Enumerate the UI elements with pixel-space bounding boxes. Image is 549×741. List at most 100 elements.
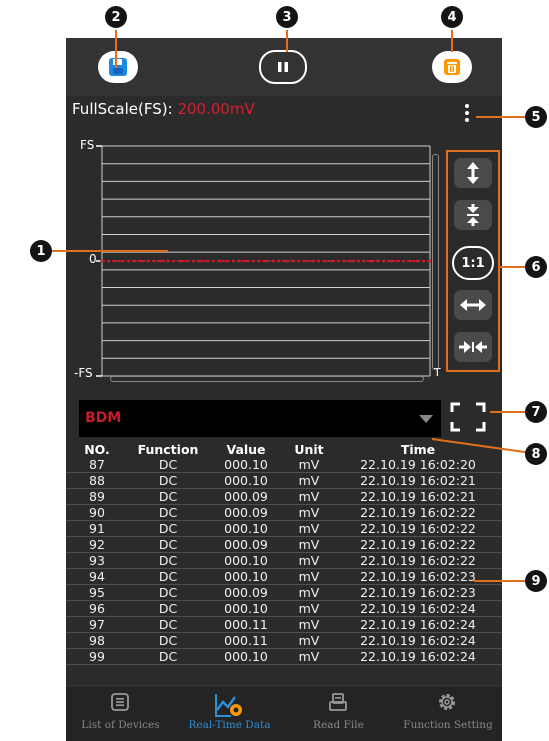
table-cell: mV	[284, 504, 334, 521]
nav-label: List of Devices	[81, 719, 160, 731]
table-cell: mV	[284, 536, 334, 553]
list-icon	[111, 693, 129, 711]
chart-point	[336, 259, 340, 263]
table-cell: 000.10	[208, 600, 284, 617]
chart-points	[100, 259, 432, 263]
chart-point	[408, 259, 412, 263]
table-header-row: NO. Function Value Unit Time	[66, 442, 502, 457]
table-cell: DC	[128, 552, 208, 569]
save-button[interactable]	[98, 51, 138, 83]
table-row[interactable]: 88 DC 000.10 mV 22.10.19 16:02:21	[66, 472, 502, 489]
chart-point	[153, 259, 156, 263]
table-row[interactable]: 89 DC 000.09 mV 22.10.19 16:02:21	[66, 488, 502, 505]
expand-horizontal-button[interactable]	[454, 290, 492, 320]
table-cell: 22.10.19 16:02:24	[334, 616, 502, 633]
chart-point	[271, 259, 274, 263]
table-row[interactable]: 95 DC 000.09 mV 22.10.19 16:02:23	[66, 584, 502, 601]
more-menu-icon[interactable]	[461, 104, 473, 126]
table-row[interactable]: 99 DC 000.10 mV 22.10.19 16:02:24	[66, 648, 502, 665]
table-cell: 000.10	[208, 648, 284, 665]
delete-button[interactable]	[432, 51, 472, 83]
chart-point	[382, 259, 386, 263]
table-cell: 22.10.19 16:02:24	[334, 632, 502, 649]
chart-point	[284, 259, 288, 263]
callout-badge: 3	[276, 6, 298, 28]
compress-vertical-icon	[467, 204, 479, 226]
ratio-1-1-button[interactable]: 1:1	[452, 246, 494, 280]
data-table: NO. Function Value Unit Time 87 DC 000.10 m…	[66, 442, 502, 665]
chart-point	[422, 259, 425, 263]
table-cell: mV	[284, 600, 334, 617]
nav-item-list-of-devices[interactable]: List of Devices	[66, 686, 175, 741]
chart-point	[264, 259, 268, 263]
nav-item-function-setting[interactable]: Function Setting	[393, 686, 502, 741]
horizontal-scrollbar[interactable]	[110, 376, 424, 382]
table-row[interactable]: 92 DC 000.09 mV 22.10.19 16:02:22	[66, 536, 502, 553]
callout-line	[476, 116, 526, 118]
table-cell: 95	[66, 584, 128, 601]
vertical-scrollbar[interactable]	[432, 154, 439, 370]
chart-point	[100, 259, 104, 263]
table-cell: mV	[284, 472, 334, 489]
fullscreen-icon[interactable]	[450, 402, 486, 432]
callout-badge: 9	[525, 570, 547, 592]
settings-gear-icon	[439, 694, 455, 710]
table-cell: 000.09	[208, 488, 284, 505]
table-cell: 000.09	[208, 504, 284, 521]
chart-point	[205, 259, 209, 263]
compress-vertical-button[interactable]	[454, 200, 492, 230]
chart-point	[159, 259, 163, 263]
nav-item-read-file[interactable]: Read File	[284, 686, 393, 741]
table-cell: DC	[128, 536, 208, 553]
chart-point	[369, 259, 373, 263]
table-cell: 000.09	[208, 584, 284, 601]
table-row[interactable]: 90 DC 000.09 mV 22.10.19 16:02:22	[66, 504, 502, 521]
chart-point	[113, 259, 117, 263]
table-cell: DC	[128, 504, 208, 521]
table-row[interactable]: 91 DC 000.10 mV 22.10.19 16:02:22	[66, 520, 502, 537]
chart-point	[343, 259, 347, 263]
table-cell: mV	[284, 648, 334, 665]
nav-label: Read File	[313, 719, 364, 731]
table-row[interactable]: 87 DC 000.10 mV 22.10.19 16:02:20	[66, 457, 502, 473]
chart-point	[199, 259, 202, 263]
table-cell: DC	[128, 600, 208, 617]
callout-badge: 7	[525, 401, 547, 423]
table-cell: 97	[66, 616, 128, 633]
chart-point	[303, 259, 307, 263]
chart-point	[107, 259, 110, 263]
fullscale-readout: FullScale(FS): 200.00mV	[72, 100, 255, 118]
chart-point	[251, 259, 255, 263]
table-cell: 22.10.19 16:02:23	[334, 568, 502, 585]
table-row[interactable]: 94 DC 000.10 mV 22.10.19 16:02:23	[66, 568, 502, 585]
table-header: NO.	[84, 442, 110, 457]
table-cell: 99	[66, 648, 128, 665]
nav-item-real-time-data[interactable]: Real-Time Data	[175, 686, 284, 741]
expand-vertical-button[interactable]	[454, 158, 492, 188]
table-header: Function	[137, 442, 199, 457]
table-cell: 000.09	[208, 536, 284, 553]
table-row[interactable]: 97 DC 000.11 mV 22.10.19 16:02:24	[66, 616, 502, 633]
table-header: Value	[226, 442, 266, 457]
pause-button[interactable]	[259, 50, 307, 84]
compress-horizontal-icon	[459, 341, 487, 353]
mode-dropdown[interactable]: BDM	[79, 400, 441, 437]
compress-horizontal-button[interactable]	[454, 332, 492, 362]
table-cell: 98	[66, 632, 128, 649]
chart-point	[376, 259, 379, 263]
table-cell: 000.10	[208, 472, 284, 489]
table-cell: 91	[66, 520, 128, 537]
callout-badge: 4	[441, 6, 463, 28]
chart-point	[218, 259, 222, 263]
x-axis-label: T	[434, 366, 441, 379]
table-row[interactable]: 96 DC 000.10 mV 22.10.19 16:02:24	[66, 600, 502, 617]
table-cell: 22.10.19 16:02:22	[334, 520, 502, 537]
chart-point	[277, 259, 281, 263]
nav-label: Real-Time Data	[188, 719, 271, 731]
table-row[interactable]: 93 DC 000.10 mV 22.10.19 16:02:22	[66, 552, 502, 569]
table-row[interactable]: 98 DC 000.11 mV 22.10.19 16:02:24	[66, 632, 502, 649]
chart-point	[238, 259, 242, 263]
callout-badge: 1	[30, 240, 52, 262]
table-cell: DC	[128, 568, 208, 585]
table-cell: DC	[128, 488, 208, 505]
